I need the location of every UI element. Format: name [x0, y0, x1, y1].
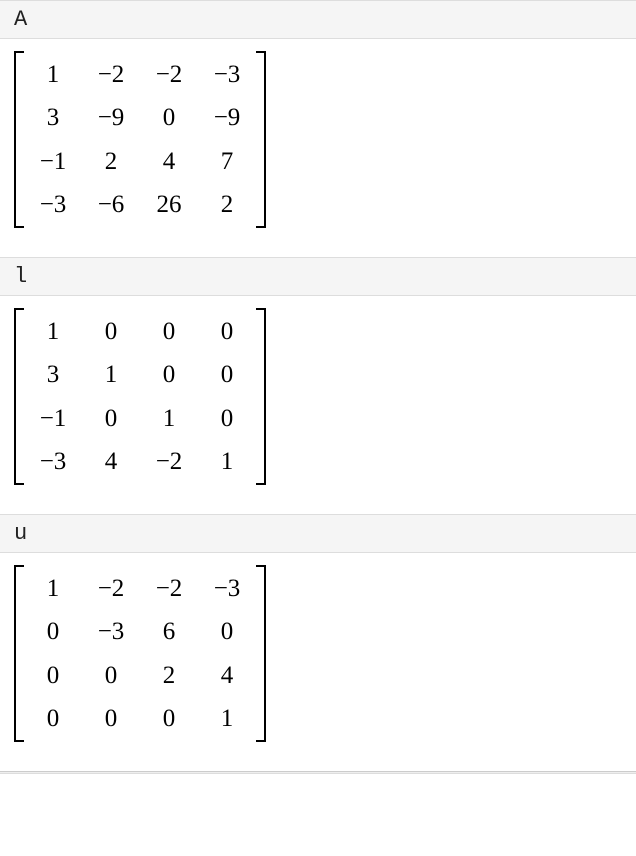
output-section-A: A 1 −2 −2 −3 3 −9 0 −9: [0, 0, 636, 249]
matrix-cell: 0: [140, 310, 198, 353]
matrix-cell: 3: [24, 353, 82, 396]
code-label-l: l: [0, 257, 636, 296]
matrix-u: 1 −2 −2 −3 0 −3 6 0 0 0 2: [14, 563, 266, 744]
matrix-cell: 0: [24, 654, 82, 697]
matrix-cell: 1: [140, 397, 198, 440]
matrix-cell: 0: [82, 697, 140, 740]
matrix-row: 3 1 0 0: [24, 353, 256, 396]
matrix-cell: −1: [24, 397, 82, 440]
matrix-display-u: 1 −2 −2 −3 0 −3 6 0 0 0 2: [0, 553, 636, 763]
matrix-cell: 4: [82, 440, 140, 483]
matrix-cell: 0: [24, 610, 82, 653]
matrix-cell: −1: [24, 140, 82, 183]
matrix-cell: −2: [140, 440, 198, 483]
matrix-row: −3 4 −2 1: [24, 440, 256, 483]
matrix-cell: −3: [198, 53, 256, 96]
matrix-row: 0 0 2 4: [24, 654, 256, 697]
matrix-cell: 0: [198, 310, 256, 353]
matrix-cell: −2: [82, 567, 140, 610]
matrix-cell: −2: [140, 567, 198, 610]
matrix-cell: 0: [140, 697, 198, 740]
label-text: l: [14, 264, 27, 289]
matrix-l: 1 0 0 0 3 1 0 0 −1 0 1 0: [14, 306, 266, 487]
matrix-row: −3 −6 26 2: [24, 183, 256, 226]
left-bracket-icon: [14, 308, 24, 485]
label-text: u: [14, 521, 27, 546]
matrix-cell: 7: [198, 140, 256, 183]
matrix-cell: 1: [82, 353, 140, 396]
matrix-cell: 0: [82, 310, 140, 353]
code-label-u: u: [0, 514, 636, 553]
matrix-cell: 4: [198, 654, 256, 697]
matrix-cell: 0: [140, 96, 198, 139]
matrix-table: 1 0 0 0 3 1 0 0 −1 0 1 0: [24, 310, 256, 483]
matrix-cell: 0: [198, 353, 256, 396]
matrix-cell: 6: [140, 610, 198, 653]
matrix-cell: 0: [24, 697, 82, 740]
matrix-cell: 0: [198, 397, 256, 440]
matrix-cell: 4: [140, 140, 198, 183]
matrix-row: −1 0 1 0: [24, 397, 256, 440]
matrix-cell: −3: [198, 567, 256, 610]
matrix-cell: 0: [82, 654, 140, 697]
output-section-l: l 1 0 0 0 3 1 0 0: [0, 257, 636, 506]
matrix-cell: −3: [24, 440, 82, 483]
matrix-cell: 2: [140, 654, 198, 697]
matrix-cell: 0: [82, 397, 140, 440]
matrix-A: 1 −2 −2 −3 3 −9 0 −9 −1 2 4: [14, 49, 266, 230]
right-bracket-icon: [256, 565, 266, 742]
matrix-cell: 1: [24, 53, 82, 96]
matrix-display-A: 1 −2 −2 −3 3 −9 0 −9 −1 2 4: [0, 39, 636, 249]
matrix-row: 0 0 0 1: [24, 697, 256, 740]
matrix-cell: 26: [140, 183, 198, 226]
matrix-row: −1 2 4 7: [24, 140, 256, 183]
right-bracket-icon: [256, 308, 266, 485]
output-section-u: u 1 −2 −2 −3 0 −3 6 0: [0, 514, 636, 763]
matrix-cell: 0: [140, 353, 198, 396]
matrix-cell: −2: [140, 53, 198, 96]
matrix-table: 1 −2 −2 −3 3 −9 0 −9 −1 2 4: [24, 53, 256, 226]
matrix-table: 1 −2 −2 −3 0 −3 6 0 0 0 2: [24, 567, 256, 740]
matrix-cell: 1: [24, 567, 82, 610]
matrix-cell: 2: [198, 183, 256, 226]
matrix-cell: −9: [198, 96, 256, 139]
matrix-row: 0 −3 6 0: [24, 610, 256, 653]
matrix-display-l: 1 0 0 0 3 1 0 0 −1 0 1 0: [0, 296, 636, 506]
matrix-row: 1 −2 −2 −3: [24, 53, 256, 96]
divider: [0, 771, 636, 774]
code-label-A: A: [0, 0, 636, 39]
right-bracket-icon: [256, 51, 266, 228]
left-bracket-icon: [14, 565, 24, 742]
matrix-cell: −3: [82, 610, 140, 653]
matrix-cell: 0: [198, 610, 256, 653]
matrix-cell: 1: [198, 697, 256, 740]
matrix-row: 1 −2 −2 −3: [24, 567, 256, 610]
matrix-cell: −6: [82, 183, 140, 226]
matrix-row: 3 −9 0 −9: [24, 96, 256, 139]
matrix-cell: −2: [82, 53, 140, 96]
label-text: A: [14, 7, 27, 32]
matrix-cell: 1: [198, 440, 256, 483]
matrix-row: 1 0 0 0: [24, 310, 256, 353]
matrix-cell: −3: [24, 183, 82, 226]
matrix-cell: 3: [24, 96, 82, 139]
matrix-cell: −9: [82, 96, 140, 139]
notebook-output: A 1 −2 −2 −3 3 −9 0 −9: [0, 0, 636, 774]
matrix-cell: 1: [24, 310, 82, 353]
left-bracket-icon: [14, 51, 24, 228]
matrix-cell: 2: [82, 140, 140, 183]
